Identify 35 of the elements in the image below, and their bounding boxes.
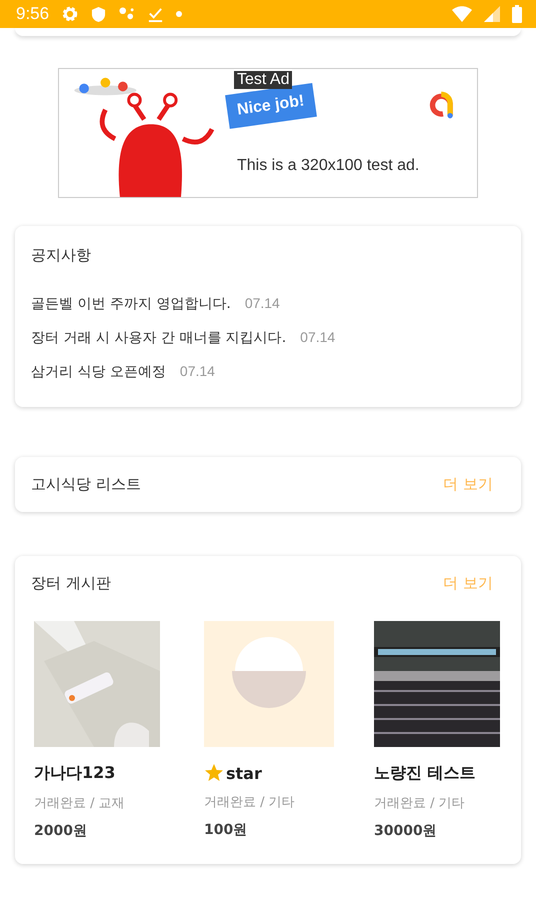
notice-text: 골든벨 이번 주까지 영업합니다. (31, 295, 231, 313)
ad-label: Test Ad (234, 71, 292, 89)
item-price: 2000원 (34, 822, 88, 840)
ad-flag: Nice job! (225, 83, 316, 129)
card-title: 장터 게시판 (31, 574, 111, 593)
notice-item[interactable]: 골든벨 이번 주까지 영업합니다. 07.14 (31, 295, 505, 313)
notice-text: 삼거리 식당 오픈예정 (31, 363, 166, 381)
dot-icon (176, 11, 182, 17)
ad-banner[interactable]: Test Ad Nice job! This is a 320x100 test ad. (58, 68, 478, 198)
notice-text: 장터 거래 시 사용자 간 매너를 지킵시다. (31, 329, 286, 347)
item-title: star (226, 764, 262, 782)
card-title: 공지사항 (31, 246, 92, 265)
dots-icon (118, 6, 136, 22)
item-status: 거래완료 / 기타 (374, 795, 466, 812)
wifi-icon (452, 6, 472, 22)
download-done-icon (147, 6, 164, 22)
item-status: 거래완료 / 교재 (34, 795, 126, 812)
card-title: 고시식당 리스트 (31, 475, 141, 494)
notice-date: 07.14 (180, 363, 215, 379)
item-price: 100원 (204, 821, 248, 839)
item-title: 노량진 테스트 (374, 763, 476, 784)
gear-icon (61, 5, 80, 23)
notice-item[interactable]: 삼거리 식당 오픈예정 07.14 (31, 363, 505, 381)
item-title: 가나다123 (34, 763, 116, 784)
ad-text: This is a 320x100 test ad. (237, 157, 420, 175)
notice-item[interactable]: 장터 거래 시 사용자 간 매너를 지킵시다. 07.14 (31, 329, 505, 347)
item-status: 거래완료 / 기타 (204, 794, 296, 811)
shield-icon (91, 6, 106, 22)
restaurant-card[interactable]: 고시식당 리스트 더 보기 (15, 457, 521, 512)
notice-date: 07.14 (300, 329, 336, 345)
item-price: 30000원 (374, 822, 438, 840)
status-time: 9:56 (16, 4, 50, 24)
battery-icon (512, 5, 522, 23)
signal-icon (484, 6, 500, 22)
notice-date: 07.14 (244, 295, 280, 311)
